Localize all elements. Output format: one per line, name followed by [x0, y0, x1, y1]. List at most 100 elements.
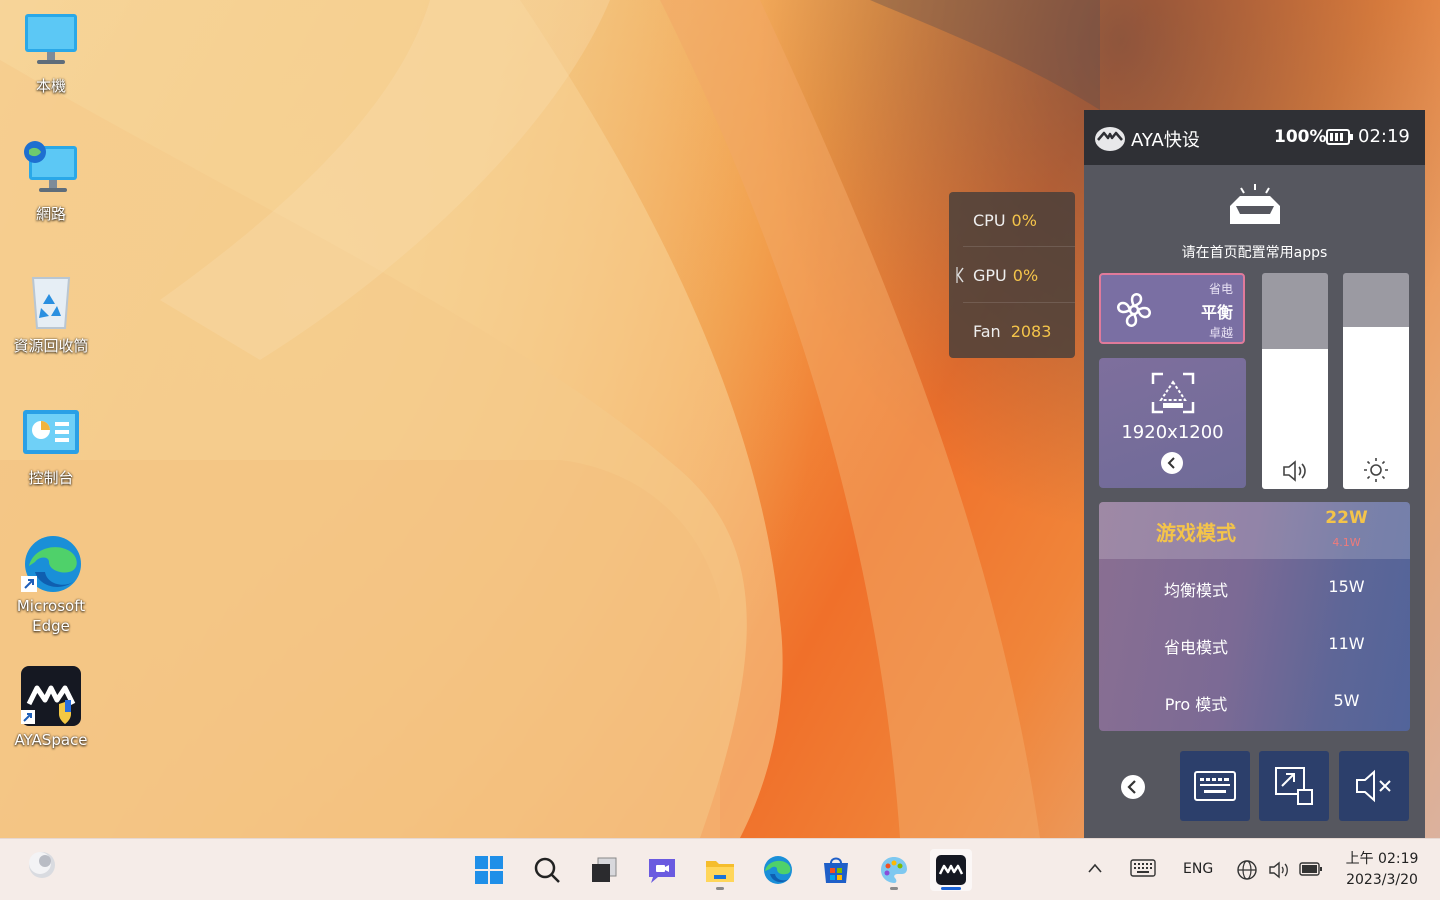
- gpu-value: 0%: [1012, 265, 1039, 285]
- keyboard-button[interactable]: [1180, 751, 1250, 821]
- mode-name: 省电模式: [1163, 638, 1228, 657]
- gpu-label: GPU: [973, 265, 1007, 285]
- panel-title: AYA快设: [1131, 130, 1200, 151]
- panel-header: AYA快设 100% 02:19: [1084, 110, 1425, 165]
- active-indicator: [941, 887, 961, 890]
- input-language[interactable]: ENG: [1183, 861, 1213, 877]
- mute-button[interactable]: [1339, 751, 1409, 821]
- desktop-icon-label: 本機: [35, 77, 66, 95]
- fan-value: 2083: [1010, 321, 1052, 341]
- power-profile-tile[interactable]: 省电 平衡 卓越: [1099, 273, 1245, 344]
- desktop-icon-this-pc[interactable]: 本機: [1, 10, 101, 96]
- brightness-sun-icon: [1364, 458, 1388, 482]
- edge-icon: [21, 536, 81, 592]
- mode-power: 22W: [1325, 508, 1368, 528]
- chevron-left-icon[interactable]: [1161, 452, 1183, 474]
- aya-quick-settings-panel: AYA快设 100% 02:19 请在首页配置常用apps 省电 平衡 卓越 1…: [1084, 110, 1425, 844]
- power-option-performance[interactable]: 卓越: [1209, 324, 1233, 341]
- divider: [963, 302, 1075, 303]
- resize-window-icon: [1275, 767, 1313, 805]
- mode-pro[interactable]: Pro 模式 5W: [1099, 673, 1410, 730]
- windows-logo-icon: [475, 856, 503, 884]
- aya-logo-icon: [1095, 127, 1125, 151]
- task-view-icon: [592, 857, 617, 882]
- ayaspace-taskbar-button[interactable]: [930, 849, 972, 891]
- file-explorer-button[interactable]: [699, 849, 741, 891]
- search-button[interactable]: [526, 849, 568, 891]
- desktop-icon-network[interactable]: 網路: [1, 138, 101, 224]
- running-indicator: [716, 887, 724, 890]
- power-option-saver[interactable]: 省电: [1209, 280, 1233, 297]
- chat-button[interactable]: [641, 849, 683, 891]
- task-view-button[interactable]: [583, 849, 625, 891]
- mode-current-power: 4.1W: [1332, 536, 1361, 549]
- fan-stat: Fan 2083: [973, 316, 1051, 346]
- battery-icon: [1326, 129, 1353, 145]
- divider: [963, 246, 1075, 247]
- desktop-icon-label: 控制台: [28, 469, 74, 487]
- edge-icon: [764, 856, 792, 884]
- apps-hint-text: 请在首页配置常用apps: [1181, 245, 1328, 261]
- taskbar: ENG 上午 02:19 2023/3/20: [0, 838, 1440, 900]
- volume-slider[interactable]: [1262, 273, 1328, 489]
- mode-power: 5W: [1333, 691, 1360, 710]
- resolution-tile[interactable]: 1920x1200: [1099, 358, 1246, 488]
- keyboard-icon: [1194, 771, 1236, 801]
- mode-power: 11W: [1328, 634, 1365, 653]
- mode-power: 15W: [1328, 577, 1365, 596]
- cpu-stat: CPU 0%: [973, 205, 1037, 235]
- clock-time: 上午 02:19: [1345, 851, 1419, 867]
- touch-keyboard-icon[interactable]: [1130, 859, 1156, 877]
- power-option-selected[interactable]: 平衡: [1201, 299, 1233, 323]
- performance-overlay: CPU 0% GPU 0% Fan 2083: [949, 192, 1075, 358]
- teams-chat-icon: [649, 859, 675, 883]
- monitor-icon: [25, 14, 77, 64]
- paint-palette-icon: [881, 857, 907, 883]
- desktop-icon-edge[interactable]: Microsoft Edge: [1, 532, 101, 636]
- mute-icon: [1356, 769, 1391, 803]
- running-indicator: [890, 887, 898, 890]
- speaker-icon[interactable]: [1268, 859, 1290, 881]
- mode-game[interactable]: 游戏模式 22W 4.1W: [1099, 502, 1410, 559]
- screenshot-button[interactable]: [1259, 751, 1329, 821]
- taskbar-clock[interactable]: 上午 02:19 2023/3/20: [1336, 849, 1428, 891]
- desktop-icon-control-panel[interactable]: 控制台: [1, 402, 101, 488]
- mode-power-saver[interactable]: 省电模式 11W: [1099, 616, 1410, 673]
- volume-icon: [1283, 460, 1306, 482]
- recycle-bin-icon: [31, 277, 71, 329]
- fan-profile-icon: [1117, 293, 1151, 327]
- performance-mode-list: 游戏模式 22W 4.1W 均衡模式 15W 省电模式 11W Pro 模式 5…: [1099, 502, 1410, 731]
- network-globe-icon: [24, 141, 77, 192]
- ayaspace-icon: [21, 666, 81, 726]
- start-button[interactable]: [468, 849, 510, 891]
- store-icon: [824, 857, 848, 883]
- gpu-stat: GPU 0%: [973, 260, 1038, 290]
- apps-tray-icon[interactable]: [1226, 182, 1284, 228]
- desktop-icon-label: AYASpace: [14, 731, 88, 749]
- desktop-icon-ayaspace[interactable]: AYASpace: [1, 664, 101, 750]
- paint-button[interactable]: [873, 849, 915, 891]
- network-globe-icon[interactable]: [1236, 859, 1258, 881]
- desktop-icon-label: 網路: [35, 205, 66, 223]
- control-panel-icon: [23, 410, 79, 454]
- mode-balanced[interactable]: 均衡模式 15W: [1099, 559, 1410, 616]
- desktop-icon-label: Microsoft Edge: [16, 597, 86, 635]
- edge-taskbar-button[interactable]: [757, 849, 799, 891]
- brightness-slider[interactable]: [1343, 273, 1409, 489]
- back-chevron-icon[interactable]: [1121, 775, 1145, 799]
- screen-resolution-icon: [1151, 372, 1195, 414]
- fan-label: Fan: [973, 321, 1001, 341]
- battery-tray-icon[interactable]: [1299, 861, 1323, 877]
- battery-percent: 100%: [1274, 127, 1327, 147]
- desktop-icon-label: 資源回收筒: [13, 337, 89, 355]
- desktop-icon-recycle-bin[interactable]: 資源回收筒: [1, 270, 101, 356]
- clock-date: 2023/3/20: [1346, 872, 1418, 888]
- store-button[interactable]: [815, 849, 857, 891]
- folder-icon: [706, 861, 734, 882]
- weather-widget-icon[interactable]: [26, 849, 58, 881]
- panel-clock: 02:19: [1358, 126, 1410, 147]
- chevron-up-icon[interactable]: [1087, 862, 1103, 874]
- collapse-chevron-icon[interactable]: [955, 266, 965, 284]
- resolution-value: 1920x1200: [1121, 422, 1224, 443]
- cpu-label: CPU: [973, 210, 1006, 230]
